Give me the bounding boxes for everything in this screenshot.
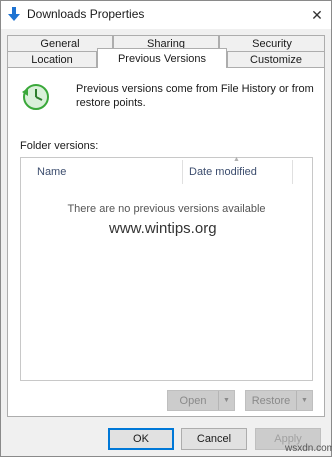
tab-label: Location: [31, 53, 73, 66]
column-divider: [292, 160, 293, 184]
column-header-date-modified[interactable]: Date modified: [189, 160, 289, 184]
column-divider: [182, 160, 183, 184]
folder-versions-label: Folder versions:: [20, 140, 99, 152]
download-arrow-icon: [8, 7, 20, 22]
site-watermark: www.wintips.org: [109, 220, 217, 237]
tab-security[interactable]: Security: [219, 35, 325, 51]
restore-dropdown-arrow-icon[interactable]: ▼: [296, 391, 312, 410]
close-icon: ✕: [311, 6, 323, 23]
title-bar: Downloads Properties ✕: [1, 1, 331, 29]
open-button[interactable]: Open: [168, 391, 218, 410]
tab-label: Previous Versions: [117, 52, 207, 65]
info-description: Previous versions come from File History…: [76, 83, 314, 109]
previous-versions-panel: Previous versions come from File History…: [7, 67, 325, 417]
tab-label: Customize: [250, 53, 302, 66]
tab-label: Security: [252, 37, 292, 50]
properties-dialog: Downloads Properties ✕ General Sharing S…: [0, 0, 332, 457]
restore-button[interactable]: Restore: [246, 391, 296, 410]
empty-list-message: There are no previous versions available: [67, 203, 266, 215]
file-history-clock-icon: [20, 82, 50, 112]
close-button[interactable]: ✕: [303, 1, 331, 29]
cancel-button[interactable]: Cancel: [181, 428, 247, 450]
column-header-label: Name: [37, 166, 67, 178]
open-split-button[interactable]: Open ▼: [167, 390, 235, 411]
column-header-label: Date modified: [189, 166, 257, 178]
tab-previous-versions[interactable]: Previous Versions: [97, 48, 227, 68]
corner-watermark: wsxdn.com: [285, 443, 332, 454]
open-dropdown-arrow-icon[interactable]: ▼: [218, 391, 234, 410]
restore-split-button[interactable]: Restore ▼: [245, 390, 313, 411]
tab-label: General: [40, 37, 80, 50]
tab-customize[interactable]: Customize: [227, 51, 325, 67]
versions-list[interactable]: Name Date modified ▲ There are no previo…: [20, 156, 313, 381]
ok-button[interactable]: OK: [108, 428, 174, 450]
window-title: Downloads Properties: [27, 7, 145, 21]
sort-indicator-icon: ▲: [233, 156, 240, 163]
column-header-name[interactable]: Name: [37, 160, 177, 184]
tab-location[interactable]: Location: [7, 51, 97, 67]
